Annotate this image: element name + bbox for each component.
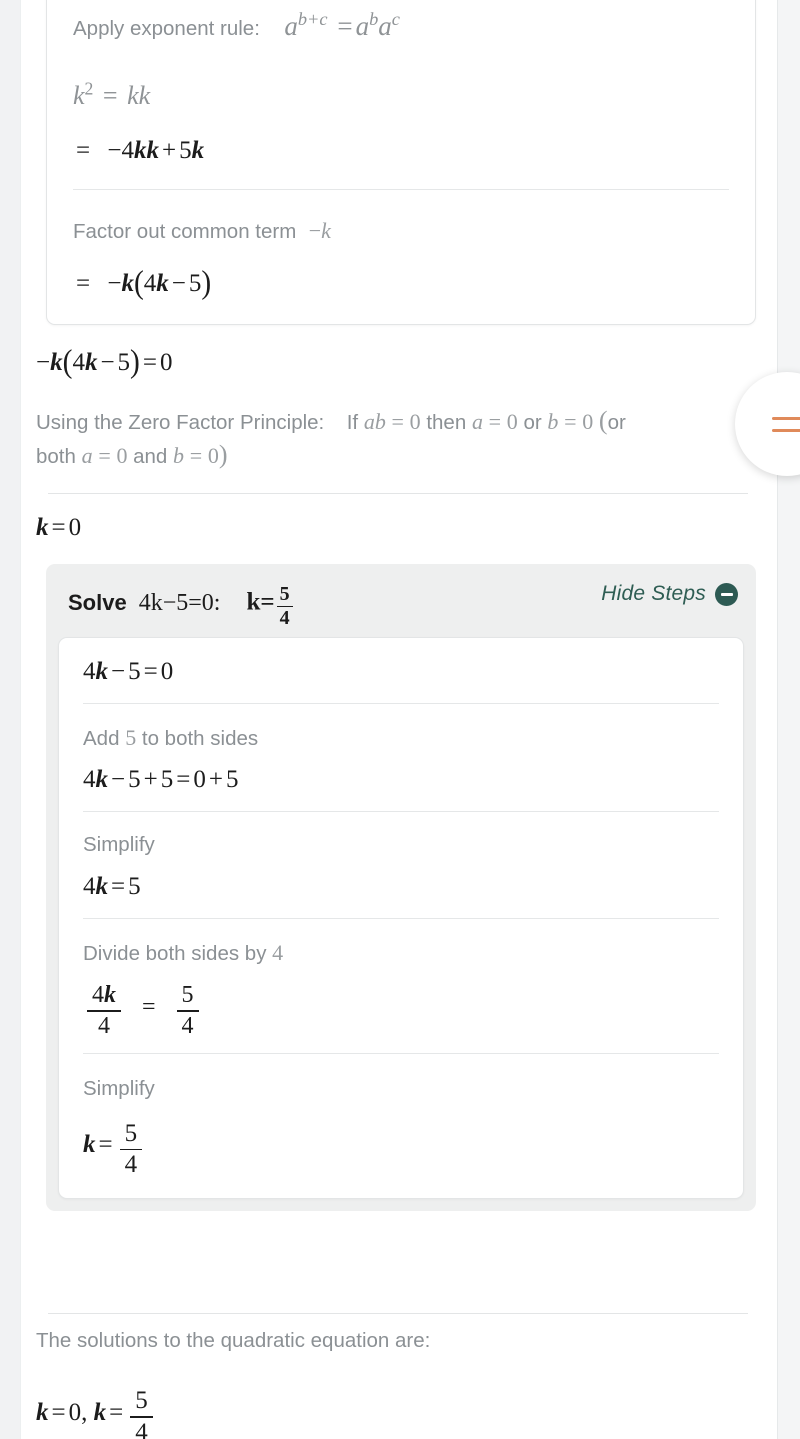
step-row-equation: 4k −5 = 0 — [59, 638, 743, 703]
step-3-rhs-denominator: 4 — [181, 1012, 194, 1039]
exponent-rule-formula: ab+c = abac — [284, 9, 400, 41]
step-1-label: Add 5 to both sides — [83, 724, 259, 750]
solve-result-equals: = — [260, 588, 275, 616]
squared-identity-rhs: kk — [127, 81, 151, 110]
step-row-math-add: 4k −5 +5 = 0 +5 — [59, 756, 743, 811]
solve-result-numerator: 5 — [279, 583, 290, 606]
conclusion-label-row: The solutions to the quadratic equation … — [36, 1328, 430, 1355]
first-solution-line: k = 0 — [36, 514, 81, 543]
step-1-math: 4k −5 +5 = 0 +5 — [83, 766, 239, 794]
equals-icon — [772, 416, 800, 432]
expanded-result-terms: −4kk +5k — [107, 137, 205, 164]
step-4-equals: = — [98, 1131, 113, 1159]
factored-result-row: = −k(4k −5) — [73, 264, 212, 301]
step-row-math-divide: 4k 4 = 5 4 — [59, 971, 743, 1053]
step-4-math: k = 5 4 — [83, 1120, 146, 1178]
step-4-denominator: 4 — [124, 1151, 138, 1179]
zero-factor-block: Using the Zero Factor Principle: If ab =… — [36, 404, 760, 472]
solve-steps-panel: Solve 4k−5=0: k= 5 4 Hide Steps 4k − 5 =… — [46, 564, 756, 1212]
solve-result-fraction: 54 — [276, 583, 293, 630]
step-3-math: 4k 4 = 5 4 — [83, 982, 203, 1038]
step-3-lhs-fraction: 4k 4 — [87, 982, 121, 1039]
expanded-result-row: = −4kk +5k — [73, 137, 204, 166]
step-3-lhs-denominator: 4 — [98, 1012, 110, 1039]
exponent-rule-card: Apply exponent rule: ab+c = abac k2 = kk … — [46, 0, 756, 325]
conclusion-first-value: 0 — [68, 1398, 82, 1426]
conclusion-second-equals: = — [109, 1398, 124, 1426]
solve-steps-card: 4k −5 = 0 Add 5 to both sides 4k −5 +5 = 0 +5 — [58, 637, 744, 1200]
solve-equation: 4k−5=0: — [138, 589, 221, 616]
expanded-result-equals: = — [76, 137, 91, 164]
conclusion-second-numerator: 5 — [135, 1387, 148, 1414]
apply-exponent-rule-label: Apply exponent rule: — [73, 17, 260, 40]
zero-factor-label: Using the Zero Factor Principle: — [36, 411, 325, 434]
solve-result-variable: k — [246, 588, 261, 616]
solve-word: Solve — [68, 589, 127, 615]
step-row-label-add: Add 5 to both sides — [59, 704, 743, 757]
factor-out-row: Factor out common term −k — [73, 217, 331, 246]
step-4-numerator: 5 — [124, 1119, 138, 1147]
factored-result-equals: = — [76, 269, 91, 297]
exp-rule-base-r1: a — [355, 11, 370, 41]
squared-identity-exponent: 2 — [84, 78, 94, 99]
factored-result-body: −k(4k −5) — [107, 264, 212, 301]
factor-out-math: −k — [308, 218, 331, 243]
factor-out-label: Factor out common term — [73, 220, 297, 243]
step-4-fraction: 54 — [119, 1119, 143, 1179]
exp-rule-equals: = — [337, 11, 353, 41]
step-3-rhs-numerator: 5 — [181, 981, 194, 1008]
step-3-label: Divide both sides by 4 — [83, 939, 284, 965]
hide-steps-button[interactable]: Hide Steps — [601, 580, 738, 606]
first-solution-variable: k — [36, 514, 49, 541]
solution-content: Apply exponent rule: ab+c = abac k2 = kk … — [24, 0, 776, 1439]
step-2-math: 4k = 5 — [83, 872, 141, 900]
squared-identity-var: k — [73, 81, 85, 110]
step-row-label-simplify-2: Simplify — [59, 1054, 743, 1107]
solve-result: k= 5 4 — [246, 580, 294, 629]
solve-result-denominator: 4 — [279, 607, 290, 630]
step-2-label: Simplify — [83, 833, 155, 857]
step-3-equals: = — [142, 993, 156, 1020]
solution-page: Apply exponent rule: ab+c = abac k2 = kk … — [0, 0, 800, 1439]
conclusion-separator: , — [81, 1398, 88, 1426]
solve-panel-header: Solve 4k−5=0: k= 5 4 Hide Steps — [46, 564, 756, 637]
first-solution-equals: = — [51, 514, 66, 541]
left-gutter-rule — [20, 0, 21, 1439]
step-row-label-divide: Divide both sides by 4 — [59, 919, 743, 972]
apply-exponent-rule-row: Apply exponent rule: ab+c = abac — [73, 9, 400, 43]
step-4-variable: k — [83, 1131, 96, 1159]
step-3-rhs-fraction: 5 4 — [176, 981, 199, 1039]
factored-equation-line: −k(4k −5) = 0 — [36, 343, 173, 380]
step-4-label: Simplify — [83, 1076, 155, 1100]
step-row-label-simplify-1: Simplify — [59, 812, 743, 863]
exp-rule-exp-r2: c — [391, 9, 400, 29]
exp-rule-base-r2: a — [378, 11, 392, 41]
left-gutter-fill — [0, 0, 20, 1439]
squared-identity-row: k2 = kk — [73, 78, 151, 111]
hide-steps-label: Hide Steps — [601, 582, 706, 605]
first-solution-value: 0 — [68, 514, 82, 541]
solve-panel-title: Solve 4k−5=0: k= 5 4 — [68, 580, 295, 629]
conclusion-label: The solutions to the quadratic equation … — [36, 1329, 431, 1352]
conclusion-second-variable: k — [93, 1398, 107, 1426]
conclusion-first-variable: k — [36, 1398, 49, 1426]
conclusion-first-equals: = — [51, 1398, 66, 1426]
step-row-math-simplify-1: 4k = 5 — [59, 863, 743, 918]
conclusion-second-denominator: 4 — [135, 1418, 148, 1439]
exp-rule-base-left: a — [284, 11, 298, 41]
exp-rule-exponent-left: b+c — [297, 9, 328, 29]
step-0-math: 4k −5 = 0 — [83, 658, 174, 685]
exp-rule-exp-r1: b — [369, 9, 379, 29]
conclusion-divider — [48, 1313, 748, 1314]
squared-identity-equals: = — [102, 81, 118, 110]
conclusion-second-fraction: 54 — [130, 1387, 153, 1439]
top-card-divider — [73, 189, 729, 190]
minus-circle-icon[interactable] — [715, 582, 738, 606]
conclusion-solutions: k = 0, k = 5 4 — [36, 1382, 157, 1439]
zero-factor-divider — [48, 493, 748, 494]
right-gutter-fill — [778, 0, 800, 1439]
step-row-math-final: k = 5 4 — [59, 1107, 743, 1199]
